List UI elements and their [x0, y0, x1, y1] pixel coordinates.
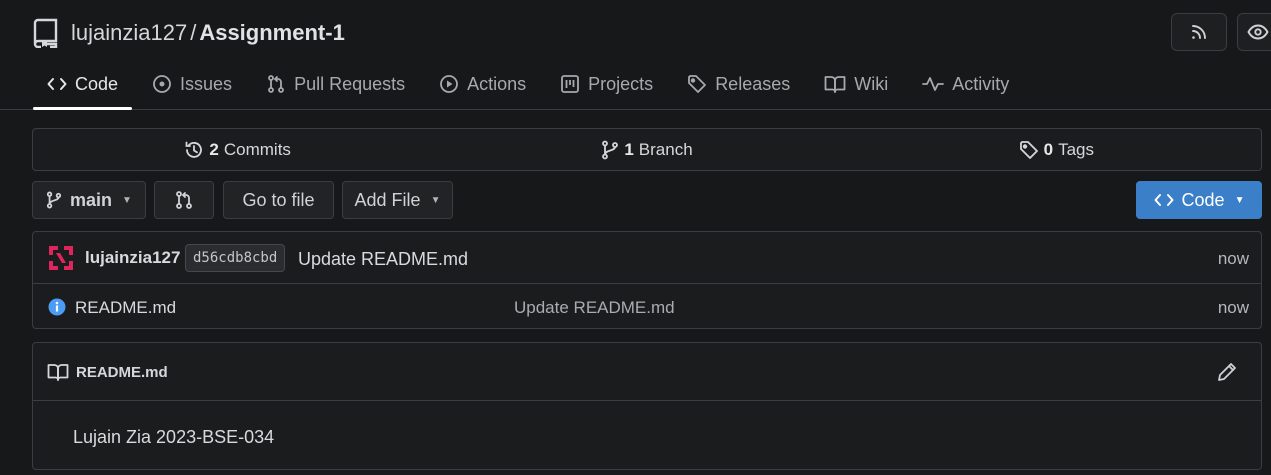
- watch-button[interactable]: [1237, 13, 1271, 51]
- commit-message-link[interactable]: Update README.md: [298, 249, 468, 270]
- commit-sha-link[interactable]: d56cdb8cbd: [185, 244, 286, 272]
- tab-actions[interactable]: Actions: [425, 60, 540, 108]
- rss-icon: [1189, 22, 1209, 42]
- rss-button[interactable]: [1171, 13, 1227, 51]
- tab-issues[interactable]: Issues: [138, 60, 246, 108]
- pencil-icon: [1218, 363, 1236, 381]
- tag-icon: [687, 74, 707, 94]
- tab-label: Activity: [952, 73, 1010, 94]
- code-dropdown-button[interactable]: Code ▼: [1136, 181, 1262, 219]
- branch-count: 1: [624, 139, 634, 159]
- branch-select-button[interactable]: main ▼: [32, 181, 146, 219]
- tab-code[interactable]: Code: [33, 60, 133, 110]
- pull-request-icon: [266, 74, 286, 94]
- commit-time: now: [1217, 249, 1249, 268]
- tags-link[interactable]: 0 Tags: [852, 129, 1261, 170]
- branch-name: main: [70, 189, 113, 210]
- tab-label: Pull Requests: [294, 73, 406, 94]
- repo-header: lujainzia127/Assignment-1 Code Issues Pu…: [0, 0, 1271, 110]
- code-icon: [1154, 192, 1174, 208]
- chevron-down-icon: ▼: [122, 194, 132, 206]
- tab-label: Actions: [467, 73, 527, 94]
- repo-stats-bar: 2 Commits 1 Branch 0 Tags: [32, 128, 1262, 171]
- file-name-link[interactable]: README.md: [75, 298, 176, 318]
- commits-count: 2: [209, 139, 219, 159]
- repo-name-link[interactable]: Assignment-1: [199, 20, 344, 45]
- info-icon: [48, 298, 66, 316]
- commits-link[interactable]: 2 Commits: [33, 129, 442, 170]
- tab-activity[interactable]: Activity: [908, 60, 1023, 108]
- history-icon: [184, 140, 204, 160]
- tag-icon: [1019, 140, 1039, 160]
- tab-pull-requests[interactable]: Pull Requests: [252, 60, 419, 108]
- readme-header: README.md: [33, 343, 1261, 401]
- repo-separator: /: [190, 20, 197, 45]
- readme-title: README.md: [76, 364, 168, 381]
- tab-label: Wiki: [854, 73, 889, 94]
- latest-commit-row: lujainzia127 d56cdb8cbd Update README.md…: [33, 232, 1261, 284]
- branch-icon: [601, 140, 619, 160]
- tab-label: Projects: [588, 73, 654, 94]
- repo-icon: [33, 18, 59, 48]
- pull-request-icon: [174, 190, 194, 210]
- add-file-button[interactable]: Add File ▼: [342, 181, 453, 219]
- add-file-label: Add File: [354, 189, 421, 210]
- branches-link[interactable]: 1 Branch: [442, 129, 851, 170]
- issue-icon: [152, 74, 172, 94]
- play-icon: [439, 74, 459, 94]
- tags-count: 0: [1043, 139, 1054, 159]
- file-commit-message-link[interactable]: Update README.md: [514, 298, 675, 318]
- file-list: lujainzia127 d56cdb8cbd Update README.md…: [32, 231, 1262, 329]
- branch-icon: [46, 191, 62, 209]
- readme-panel: README.md Lujain Zia 2023-BSE-034: [32, 342, 1262, 470]
- tab-projects[interactable]: Projects: [546, 60, 667, 108]
- tab-label: Releases: [715, 73, 791, 94]
- project-icon: [560, 74, 580, 94]
- commit-author-link[interactable]: lujainzia127: [85, 248, 180, 268]
- chevron-down-icon: ▼: [1234, 194, 1245, 206]
- avatar[interactable]: [46, 243, 76, 273]
- tab-label: Code: [75, 73, 119, 94]
- book-icon: [47, 363, 69, 381]
- tab-label: Issues: [180, 73, 233, 94]
- code-button-label: Code: [1181, 189, 1225, 210]
- compare-button[interactable]: [154, 181, 214, 219]
- repo-title: lujainzia127/Assignment-1: [33, 16, 345, 50]
- repo-owner-link[interactable]: lujainzia127: [71, 20, 187, 45]
- edit-readme-button[interactable]: [1216, 361, 1238, 383]
- eye-icon: [1247, 24, 1269, 40]
- code-icon: [47, 76, 67, 92]
- commits-label: Commits: [223, 139, 291, 159]
- book-icon: [824, 75, 846, 93]
- repo-tabs: Code Issues Pull Requests Actions Projec…: [33, 60, 1023, 110]
- file-time: now: [1217, 298, 1249, 317]
- tab-wiki[interactable]: Wiki: [810, 60, 902, 108]
- readme-content: Lujain Zia 2023-BSE-034: [73, 427, 275, 447]
- chevron-down-icon: ▼: [430, 194, 441, 206]
- file-row[interactable]: README.md Update README.md now: [33, 284, 1261, 330]
- pulse-icon: [922, 75, 945, 93]
- go-to-file-button[interactable]: Go to file: [223, 181, 334, 219]
- tab-releases[interactable]: Releases: [673, 60, 804, 108]
- go-to-file-label: Go to file: [242, 189, 315, 210]
- branch-label: Branch: [638, 139, 693, 159]
- tags-label: Tags: [1058, 139, 1095, 159]
